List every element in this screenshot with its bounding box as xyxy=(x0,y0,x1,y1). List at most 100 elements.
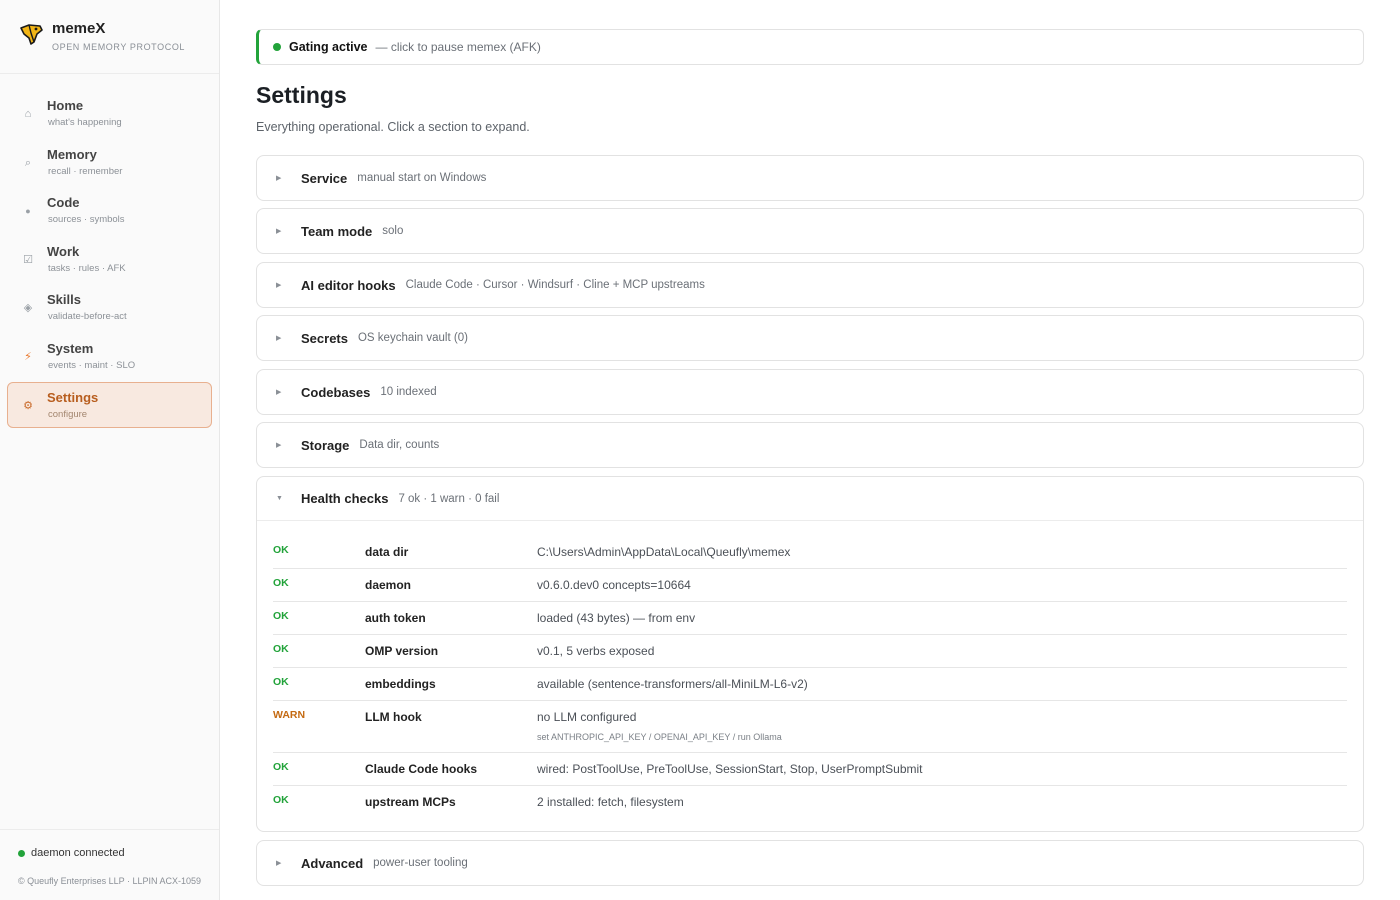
section-summary: Data dir, counts xyxy=(359,439,440,451)
sidebar-item-code[interactable]: ● Code sources · symbols xyxy=(7,187,212,233)
table-row: OK Claude Code hooks wired: PostToolUse,… xyxy=(273,753,1347,786)
check-name: upstream MCPs xyxy=(365,795,456,809)
search-icon: ⌕ xyxy=(24,156,32,169)
table-row: OK OMP version v0.1, 5 verbs exposed xyxy=(273,635,1347,668)
section-advanced: ▶ Advanced power-user tooling xyxy=(256,840,1364,886)
status-badge: OK xyxy=(273,544,289,556)
section-service: ▶ Service manual start on Windows xyxy=(256,155,1364,201)
sidebar-item-sub: tasks · rules · AFK xyxy=(48,262,126,274)
sidebar-item-skills[interactable]: ◈ Skills validate-before-act xyxy=(7,284,212,330)
sidebar-item-sub: recall · remember xyxy=(48,165,123,177)
chevron-right-icon: ▶ xyxy=(276,228,282,235)
status-badge: OK xyxy=(273,794,289,806)
chevron-down-icon: ▼ xyxy=(276,495,283,502)
section-header[interactable]: ▶ Team mode solo xyxy=(257,209,1363,253)
section-title: Team mode xyxy=(301,223,373,239)
section-summary: manual start on Windows xyxy=(357,172,487,184)
sidebar-item-sub: events · maint · SLO xyxy=(48,359,136,371)
section-header[interactable]: ▶ Service manual start on Windows xyxy=(257,156,1363,200)
chevron-right-icon: ▶ xyxy=(276,442,282,449)
check-value: v0.6.0.dev0 concepts=10664 xyxy=(537,578,691,592)
section-header[interactable]: ▶ Codebases 10 indexed xyxy=(257,370,1363,414)
health-check-table: OK data dir C:\Users\Admin\AppData\Local… xyxy=(273,536,1347,819)
app-name: memeX xyxy=(52,20,106,37)
sidebar-item-label: Home xyxy=(47,98,84,113)
daemon-status: daemon connected xyxy=(18,847,125,859)
table-row: OK upstream MCPs 2 installed: fetch, fil… xyxy=(273,786,1347,819)
sidebar-item-sub: sources · symbols xyxy=(48,214,125,226)
section-title: Storage xyxy=(301,437,350,453)
sidebar: memeX OPEN MEMORY PROTOCOL ⌂ Home what's… xyxy=(0,0,220,900)
check-name: OMP version xyxy=(365,644,439,658)
section-summary: power-user tooling xyxy=(373,857,468,869)
sidebar-item-label: Settings xyxy=(47,389,99,405)
app-tagline: OPEN MEMORY PROTOCOL xyxy=(52,42,186,52)
check-value: v0.1, 5 verbs exposed xyxy=(537,644,655,658)
page-subtitle: Everything operational. Click a section … xyxy=(256,120,530,134)
section-summary: 10 indexed xyxy=(380,386,437,398)
section-header[interactable]: ▶ Secrets OS keychain vault (0) xyxy=(257,316,1363,360)
check-name: embeddings xyxy=(365,677,436,691)
memex-logo-icon xyxy=(20,24,43,45)
table-row: OK auth token loaded (43 bytes) — from e… xyxy=(273,602,1347,635)
sidebar-item-home[interactable]: ⌂ Home what's happening xyxy=(7,90,212,136)
section-health-checks: ▼ Health checks 7 ok · 1 warn · 0 fail O… xyxy=(256,476,1364,832)
sidebar-item-label: Work xyxy=(47,243,80,259)
check-value: C:\Users\Admin\AppData\Local\Queufly\mem… xyxy=(537,545,791,559)
check-name: Claude Code hooks xyxy=(365,762,478,776)
chevron-right-icon: ▶ xyxy=(276,282,282,289)
sidebar-item-sub: validate-before-act xyxy=(48,311,127,323)
table-row: OK daemon v0.6.0.dev0 concepts=10664 xyxy=(273,569,1347,602)
sidebar-item-settings[interactable]: ⚙ Settings configure xyxy=(7,381,212,428)
daemon-status-text: daemon connected xyxy=(31,847,125,859)
section-title: Advanced xyxy=(301,855,364,871)
status-badge: OK xyxy=(273,610,289,622)
check-name: daemon xyxy=(365,578,412,592)
copyright: © Queufly Enterprises LLP · LLPIN ACX-10… xyxy=(18,876,202,886)
section-title: AI editor hooks xyxy=(301,277,396,293)
table-row: OK embeddings available (sentence-transf… xyxy=(273,668,1347,701)
section-header[interactable]: ▶ Advanced power-user tooling xyxy=(257,841,1363,885)
chevron-right-icon: ▶ xyxy=(276,175,282,182)
section-header[interactable]: ▶ Storage Data dir, counts xyxy=(257,423,1363,467)
status-badge: OK xyxy=(273,676,289,688)
page-title: Settings xyxy=(256,82,347,108)
status-badge: OK xyxy=(273,643,289,655)
chevron-right-icon: ▶ xyxy=(276,335,282,342)
sidebar-item-system[interactable]: ⚡ System events · maint · SLO xyxy=(7,333,212,379)
status-dot-icon xyxy=(273,43,281,51)
status-dot-icon xyxy=(18,849,25,857)
check-value: loaded (43 bytes) — from env xyxy=(537,611,696,625)
gating-toggle[interactable]: Gating active — click to pause memex (AF… xyxy=(256,29,1364,65)
home-icon: ⌂ xyxy=(24,108,32,120)
section-header[interactable]: ▼ Health checks 7 ok · 1 warn · 0 fail xyxy=(257,477,1363,521)
check-name: auth token xyxy=(365,611,426,625)
section-storage: ▶ Storage Data dir, counts xyxy=(256,422,1364,468)
section-title: Secrets xyxy=(301,330,348,346)
check-value: wired: PostToolUse, PreToolUse, SessionS… xyxy=(537,762,923,776)
chevron-right-icon: ▶ xyxy=(276,389,282,396)
section-team-mode: ▶ Team mode solo xyxy=(256,208,1364,254)
gating-label: Gating active xyxy=(289,40,368,54)
checkbox-icon: ☑ xyxy=(23,253,33,266)
section-summary: 7 ok · 1 warn · 0 fail xyxy=(398,492,500,505)
section-title: Service xyxy=(301,170,348,186)
gating-hint: — click to pause memex (AFK) xyxy=(375,40,541,54)
section-title: Health checks xyxy=(301,491,389,506)
sidebar-footer: daemon connected © Queufly Enterprises L… xyxy=(0,829,219,900)
sidebar-item-work[interactable]: ☑ Work tasks · rules · AFK xyxy=(7,236,212,282)
section-header[interactable]: ▶ AI editor hooks Claude Code · Cursor ·… xyxy=(257,263,1363,307)
check-value: available (sentence-transformers/all-Min… xyxy=(537,677,808,691)
sidebar-item-sub: what's happening xyxy=(48,117,122,128)
sidebar-item-sub: configure xyxy=(48,408,88,420)
sidebar-item-label: Code xyxy=(47,195,80,211)
check-hint: set ANTHROPIC_API_KEY / OPENAI_API_KEY /… xyxy=(537,732,782,742)
lightning-icon: ⚡ xyxy=(24,350,32,363)
section-title: Codebases xyxy=(301,384,371,400)
section-summary: solo xyxy=(382,225,404,237)
section-codebases: ▶ Codebases 10 indexed xyxy=(256,369,1364,415)
sidebar-item-label: System xyxy=(47,340,94,356)
sidebar-item-memory[interactable]: ⌕ Memory recall · remember xyxy=(7,139,212,185)
brand[interactable]: memeX OPEN MEMORY PROTOCOL xyxy=(0,0,219,74)
gear-icon: ⚙ xyxy=(23,399,33,412)
